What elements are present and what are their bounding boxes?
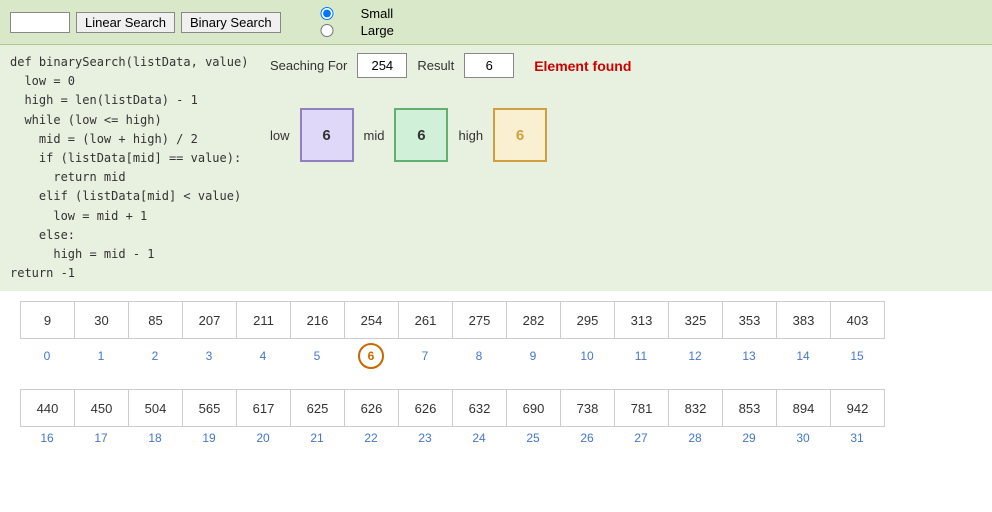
array2-index-21: 21 xyxy=(290,431,344,445)
linear-search-button[interactable]: Linear Search xyxy=(76,12,175,33)
array2-cell-14: 894 xyxy=(777,389,831,427)
array2-index-18: 18 xyxy=(128,431,182,445)
lmh-display: low 6 mid 6 high 6 xyxy=(270,108,982,162)
array1-cell-9: 282 xyxy=(507,301,561,339)
main-panel: def binarySearch(listData, value) low = … xyxy=(0,45,992,291)
mid-label: mid xyxy=(364,128,385,143)
array1-cell-13: 353 xyxy=(723,301,777,339)
array2-index-26: 26 xyxy=(560,431,614,445)
array1-cell-6: 254 xyxy=(345,301,399,339)
mid-box: 6 xyxy=(394,108,448,162)
small-label: Small xyxy=(361,6,394,21)
array2-index-25: 25 xyxy=(506,431,560,445)
low-label: low xyxy=(270,128,290,143)
array1-cell-15: 403 xyxy=(831,301,885,339)
array1-index-3: 3 xyxy=(182,343,236,369)
array2-cell-6: 626 xyxy=(345,389,399,427)
array1-index-11: 11 xyxy=(614,343,668,369)
header: 254 Linear Search Binary Search Small La… xyxy=(0,0,992,45)
array1-cell-7: 261 xyxy=(399,301,453,339)
array1-index-4: 4 xyxy=(236,343,290,369)
array2-cell-7: 626 xyxy=(399,389,453,427)
result-label: Result xyxy=(417,58,454,73)
array2-cell-8: 632 xyxy=(453,389,507,427)
array2-cell-11: 781 xyxy=(615,389,669,427)
small-radio[interactable] xyxy=(297,7,357,20)
array1-index-14: 14 xyxy=(776,343,830,369)
array2-cell-12: 832 xyxy=(669,389,723,427)
array1-cell-12: 325 xyxy=(669,301,723,339)
result-value-box: 6 xyxy=(464,53,514,78)
array2-indices: 16171819202122232425262728293031 xyxy=(20,431,972,445)
array1-cell-5: 216 xyxy=(291,301,345,339)
array1-index-15: 15 xyxy=(830,343,884,369)
array2-index-31: 31 xyxy=(830,431,884,445)
array2-cells: 4404505045656176256266266326907387818328… xyxy=(20,389,972,427)
array2-cell-10: 738 xyxy=(561,389,615,427)
search-info: Seaching For 254 Result 6 Element found xyxy=(270,53,982,78)
array1-cell-14: 383 xyxy=(777,301,831,339)
search-value-box: 254 xyxy=(357,53,407,78)
array2-cell-13: 853 xyxy=(723,389,777,427)
array2-index-30: 30 xyxy=(776,431,830,445)
found-text: Element found xyxy=(534,58,631,74)
array1-index-9: 9 xyxy=(506,343,560,369)
code-panel: def binarySearch(listData, value) low = … xyxy=(10,53,250,283)
array-row-2: 4404505045656176256266266326907387818328… xyxy=(20,389,972,445)
array1-index-5: 5 xyxy=(290,343,344,369)
array1-cell-8: 275 xyxy=(453,301,507,339)
array2-index-28: 28 xyxy=(668,431,722,445)
array2-cell-0: 440 xyxy=(21,389,75,427)
array1-index-2: 2 xyxy=(128,343,182,369)
small-radio-label[interactable]: Small xyxy=(297,6,394,21)
large-radio-label[interactable]: Large xyxy=(297,23,394,38)
array2-index-23: 23 xyxy=(398,431,452,445)
searching-for-label: Seaching For xyxy=(270,58,347,73)
array1-indices: 0123456789101112131415 xyxy=(20,343,972,369)
array1-cell-11: 313 xyxy=(615,301,669,339)
array1-index-7: 7 xyxy=(398,343,452,369)
array1-cells: 9308520721121625426127528229531332535338… xyxy=(20,301,972,339)
high-label: high xyxy=(458,128,483,143)
large-radio[interactable] xyxy=(297,24,357,37)
array1-index-13: 13 xyxy=(722,343,776,369)
array1-cell-0: 9 xyxy=(21,301,75,339)
array1-index-6: 6 xyxy=(344,343,398,369)
array1-cell-1: 30 xyxy=(75,301,129,339)
binary-search-button[interactable]: Binary Search xyxy=(181,12,281,33)
array1-cell-10: 295 xyxy=(561,301,615,339)
array2-index-19: 19 xyxy=(182,431,236,445)
array2-index-24: 24 xyxy=(452,431,506,445)
array2-cell-1: 450 xyxy=(75,389,129,427)
array2-cell-2: 504 xyxy=(129,389,183,427)
arrays-panel: 9308520721121625426127528229531332535338… xyxy=(0,291,992,475)
array1-cell-4: 211 xyxy=(237,301,291,339)
array1-cell-3: 207 xyxy=(183,301,237,339)
search-input[interactable]: 254 xyxy=(10,12,70,33)
array2-index-16: 16 xyxy=(20,431,74,445)
array1-index-8: 8 xyxy=(452,343,506,369)
array1-cell-2: 85 xyxy=(129,301,183,339)
array2-cell-9: 690 xyxy=(507,389,561,427)
array-row-1: 9308520721121625426127528229531332535338… xyxy=(20,301,972,369)
array2-index-29: 29 xyxy=(722,431,776,445)
array2-cell-5: 625 xyxy=(291,389,345,427)
array2-index-20: 20 xyxy=(236,431,290,445)
array2-index-22: 22 xyxy=(344,431,398,445)
high-box: 6 xyxy=(493,108,547,162)
array1-index-10: 10 xyxy=(560,343,614,369)
low-box: 6 xyxy=(300,108,354,162)
array1-index-0: 0 xyxy=(20,343,74,369)
array2-index-27: 27 xyxy=(614,431,668,445)
array1-index-12: 12 xyxy=(668,343,722,369)
size-radio-group: Small Large xyxy=(297,6,394,38)
array2-index-17: 17 xyxy=(74,431,128,445)
large-label: Large xyxy=(361,23,394,38)
array2-cell-15: 942 xyxy=(831,389,885,427)
array2-cell-4: 617 xyxy=(237,389,291,427)
visual-panel: Seaching For 254 Result 6 Element found … xyxy=(250,53,982,283)
array1-index-1: 1 xyxy=(74,343,128,369)
array2-cell-3: 565 xyxy=(183,389,237,427)
